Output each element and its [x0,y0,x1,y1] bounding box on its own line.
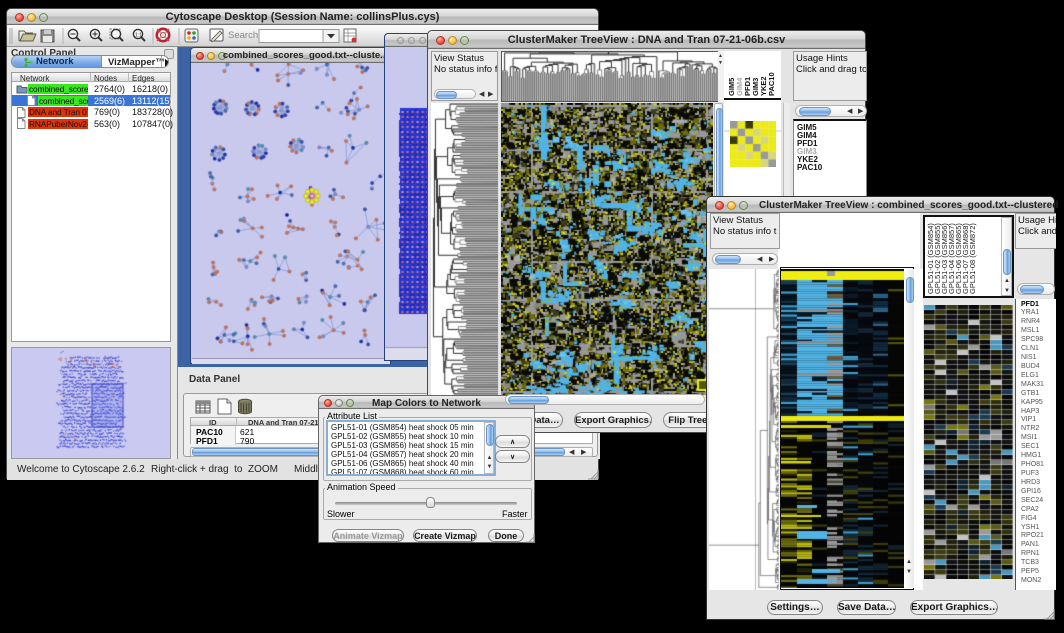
svg-text:1:1: 1:1 [135,33,142,39]
svg-text:Search:: Search: [228,30,261,41]
